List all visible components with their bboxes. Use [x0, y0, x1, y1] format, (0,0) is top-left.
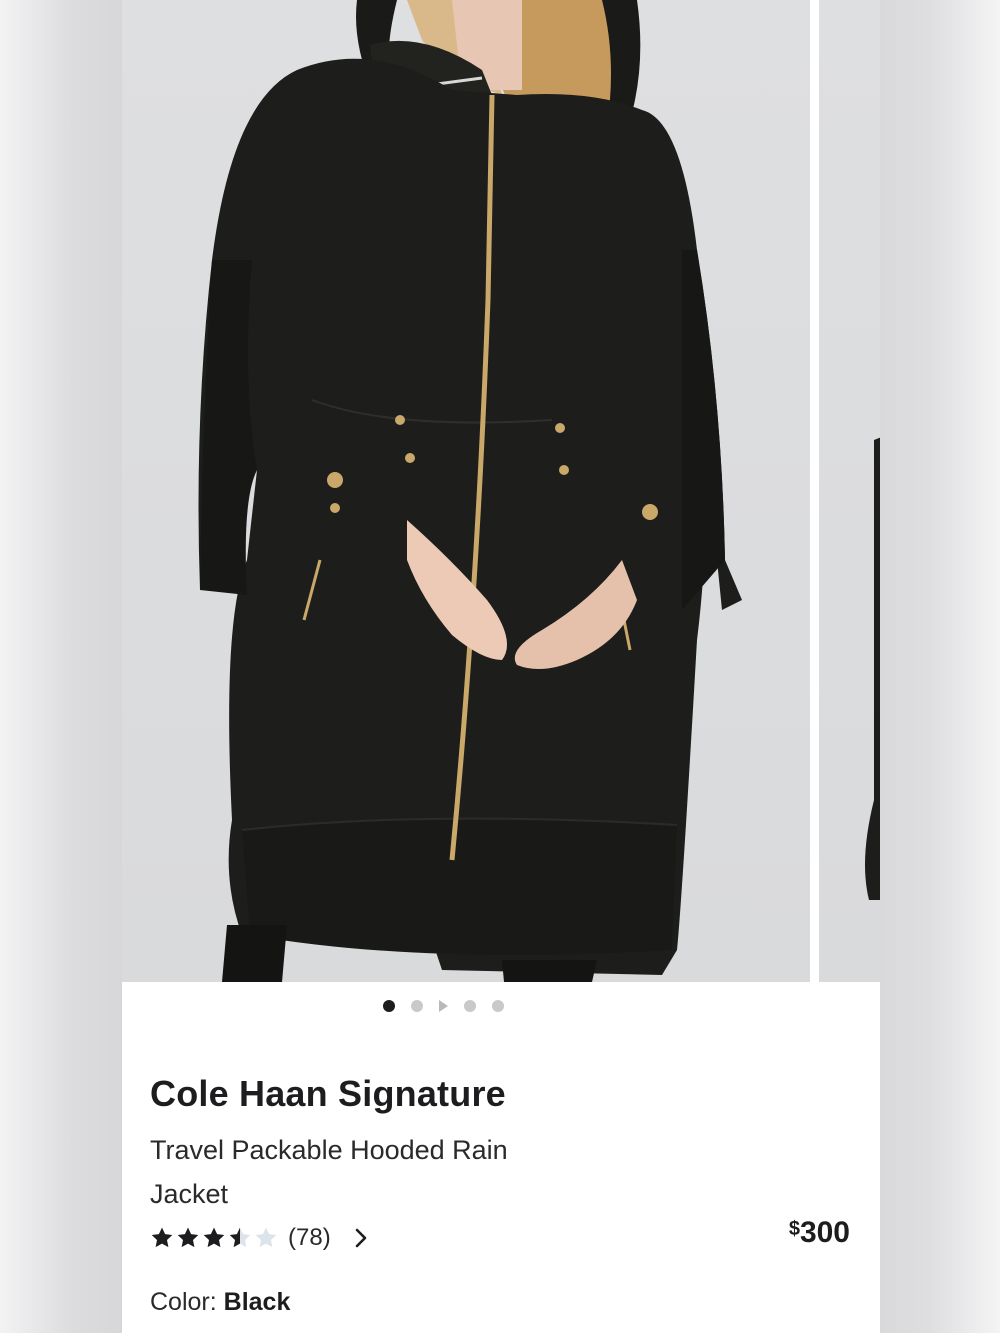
video-play-icon[interactable]: [438, 1000, 448, 1012]
color-label: Color:: [150, 1288, 217, 1316]
star-half-icon: [229, 1227, 251, 1248]
star-full-icon: [177, 1227, 199, 1248]
product-image-carousel[interactable]: [122, 0, 880, 982]
jacket-photo-next: [865, 437, 880, 900]
chevron-right-icon[interactable]: [353, 1227, 369, 1249]
selected-color: Color: Black: [150, 1288, 290, 1317]
product-brand[interactable]: Cole Haan Signature: [150, 1073, 506, 1115]
star-full-icon: [151, 1227, 173, 1248]
jacket-photo: [198, 0, 742, 982]
backdrop-left: [0, 0, 122, 1333]
rating-summary[interactable]: (78): [150, 1220, 369, 1256]
carousel-indicators[interactable]: [122, 995, 822, 1017]
backdrop-right: [880, 0, 1000, 1333]
price-amount: 300: [799, 1216, 850, 1249]
review-count[interactable]: (78): [288, 1224, 331, 1252]
product-detail-screen: Cole Haan Signature Travel Packable Hood…: [122, 0, 880, 1333]
price-currency: $: [788, 1218, 800, 1240]
star-empty-icon: [255, 1227, 277, 1248]
star-full-icon: [203, 1227, 225, 1248]
carousel-dot-1[interactable]: [382, 1000, 395, 1012]
product-image-main[interactable]: [122, 0, 810, 982]
color-value: Black: [223, 1288, 291, 1316]
carousel-dot-4[interactable]: [463, 1000, 476, 1012]
star-rating: [150, 1226, 278, 1250]
carousel-dot-2[interactable]: [410, 1000, 423, 1012]
product-price: $300: [789, 1216, 850, 1250]
product-name: Travel Packable Hooded Rain Jacket: [150, 1135, 508, 1209]
carousel-dot-5[interactable]: [491, 1000, 504, 1012]
product-image-next[interactable]: [819, 0, 880, 982]
